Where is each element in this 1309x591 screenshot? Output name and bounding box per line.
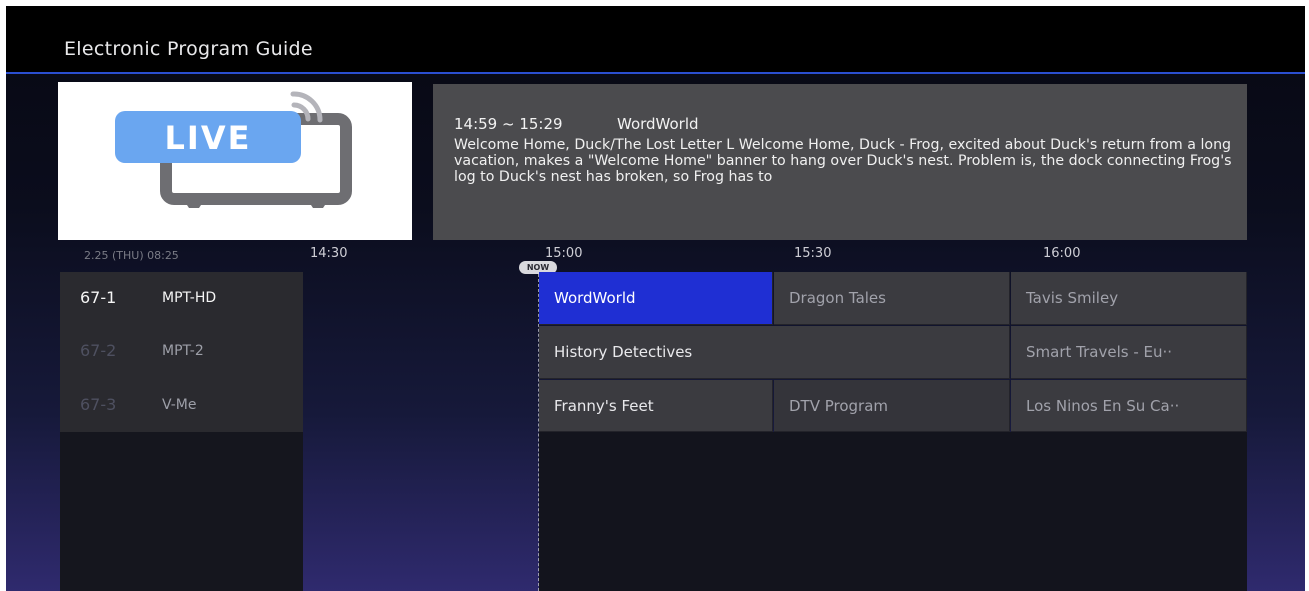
- program-grid-empty: [539, 432, 1247, 591]
- time-slot-3: 15:30: [794, 246, 832, 261]
- program-info-panel: 14:59 ~ 15:29 WordWorld Welcome Home, Du…: [433, 84, 1247, 240]
- header-bar: Electronic Program Guide: [6, 6, 1305, 72]
- program-description: Welcome Home, Duck/The Lost Letter L Wel…: [454, 137, 1232, 185]
- channel-list: 67-1 MPT-HD 67-2 MPT-2 67-3 V-Me: [60, 272, 303, 432]
- channel-name: MPT-2: [162, 343, 204, 359]
- program-title: WordWorld: [617, 115, 699, 133]
- current-datetime: 2.25 (THU) 08:25: [84, 249, 179, 262]
- program-time: 14:59 ~ 15:29: [454, 115, 563, 133]
- time-slot-2: 15:00: [545, 246, 583, 261]
- channel-row-67-3[interactable]: 67-3 V-Me: [60, 379, 303, 432]
- program-cell[interactable]: History Detectives: [539, 326, 1010, 379]
- channel-row-67-2[interactable]: 67-2 MPT-2: [60, 325, 303, 378]
- program-cell[interactable]: DTV Program: [774, 380, 1010, 432]
- program-cell[interactable]: Tavis Smiley: [1011, 272, 1247, 325]
- time-slot-1: 14:30: [310, 246, 348, 261]
- frame-edge-right: [1305, 0, 1309, 591]
- time-slot-4: 16:00: [1043, 246, 1081, 261]
- live-preview[interactable]: LIVE: [58, 82, 412, 240]
- live-badge-text: LIVE: [165, 119, 252, 157]
- header-divider: [6, 72, 1305, 74]
- channel-name: MPT-HD: [162, 290, 217, 306]
- live-tv-icon: LIVE: [115, 91, 352, 208]
- channel-number: 67-2: [80, 341, 117, 360]
- channel-column-empty: [60, 432, 303, 591]
- channel-row-67-1[interactable]: 67-1 MPT-HD: [60, 272, 303, 325]
- program-cell[interactable]: Los Ninos En Su Ca··: [1011, 380, 1247, 432]
- program-cell[interactable]: Smart Travels - Eu··: [1011, 326, 1247, 379]
- channel-number: 67-3: [80, 395, 117, 414]
- program-cell[interactable]: WordWorld: [539, 272, 773, 325]
- page-title: Electronic Program Guide: [64, 38, 313, 60]
- frame-edge-left: [0, 0, 6, 591]
- program-cell[interactable]: Dragon Tales: [774, 272, 1010, 325]
- channel-number: 67-1: [80, 288, 117, 307]
- program-cell[interactable]: Franny's Feet: [539, 380, 773, 432]
- channel-name: V-Me: [162, 397, 197, 413]
